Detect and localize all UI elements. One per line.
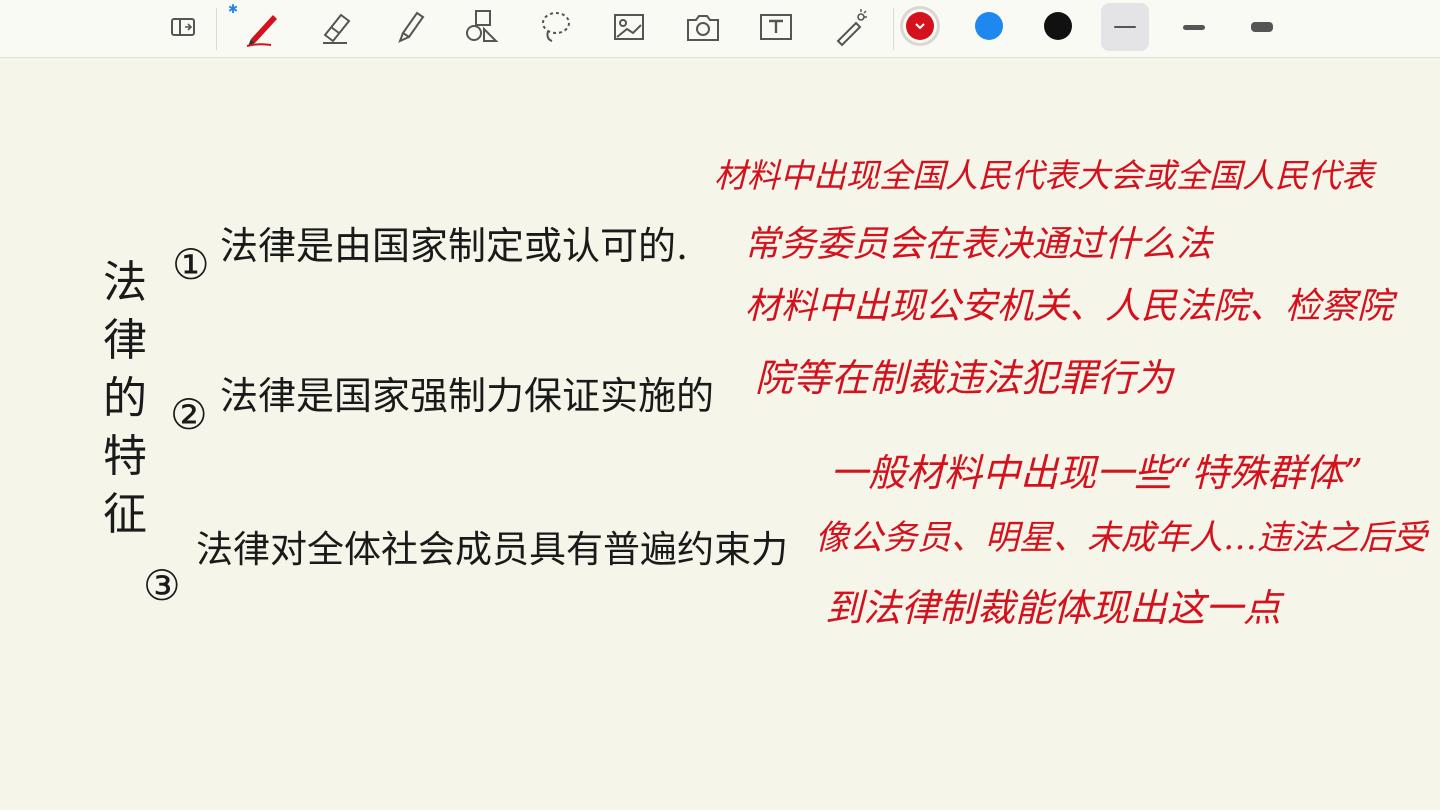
highlighter-tool[interactable]	[384, 4, 434, 50]
note-canvas[interactable]: 法 律 的 特 征 ① 法律是由国家制定或认可的. ② 法律是国家强制力保证实施…	[0, 59, 1440, 810]
sidebar-toggle-icon	[171, 18, 195, 36]
annotation-3-line-1: 一般材料中出现一些“特殊群体”	[830, 451, 1363, 495]
point-2-text: 法律是国家强制力保证实施的	[220, 374, 715, 418]
laser-pointer-icon	[836, 9, 867, 47]
toolbar: ✱	[0, 0, 1440, 58]
laser-pointer-tool[interactable]	[825, 4, 875, 50]
point-3-marker: ③	[143, 561, 181, 610]
point-1-marker: ①	[172, 240, 210, 289]
image-tool[interactable]	[604, 4, 654, 50]
shapes-icon	[466, 10, 499, 42]
toolbar-divider	[893, 8, 894, 50]
toolbar-divider	[216, 8, 217, 50]
title-char: 的	[103, 373, 147, 424]
title-char: 法	[103, 257, 147, 308]
medium-line-icon	[1183, 24, 1205, 30]
text-box-icon	[760, 14, 792, 40]
annotation-2-line-1: 材料中出现公安机关、人民法院、检察院	[745, 286, 1394, 327]
title-char: 特	[103, 431, 147, 482]
point-1-text: 法律是由国家制定或认可的.	[220, 224, 689, 268]
text-tool[interactable]	[751, 4, 801, 50]
pen-tool[interactable]	[236, 4, 286, 50]
point-3-text: 法律对全体社会成员具有普遍约束力	[196, 528, 788, 571]
sidebar-toggle-button[interactable]	[158, 4, 208, 50]
thin-line-icon	[1114, 26, 1136, 28]
title-char: 律	[103, 315, 147, 366]
stroke-width-medium[interactable]	[1170, 3, 1218, 51]
pen-icon	[246, 15, 277, 47]
shapes-tool[interactable]	[457, 4, 507, 50]
title-char: 征	[103, 489, 147, 540]
stroke-width-thin[interactable]	[1101, 3, 1149, 51]
annotation-3-line-3: 到法律制裁能体现出这一点	[825, 586, 1282, 630]
camera-tool[interactable]	[678, 4, 728, 50]
point-2-marker: ②	[170, 390, 208, 439]
camera-icon	[687, 15, 719, 41]
lasso-icon	[542, 12, 570, 42]
annotation-1-line-2: 常务委员会在表决通过什么法	[744, 224, 1213, 265]
eraser-tool[interactable]	[310, 4, 360, 50]
color-red-swatch[interactable]	[906, 12, 934, 40]
annotation-3-line-2: 像公务员、明星、未成年人…违法之后受	[815, 518, 1427, 558]
chevron-down-icon	[915, 23, 925, 30]
color-black-swatch[interactable]	[1044, 12, 1072, 40]
stroke-width-thick[interactable]	[1238, 3, 1286, 51]
annotation-1-line-1: 材料中出现全国人民代表大会或全国人民代表	[714, 156, 1374, 195]
lasso-tool[interactable]	[531, 4, 581, 50]
eraser-icon	[323, 13, 351, 44]
highlighter-icon	[398, 11, 425, 43]
note-title-vertical: 法 律 的 特 征	[100, 254, 150, 544]
annotation-2-line-2: 院等在制裁违法犯罪行为	[755, 356, 1174, 400]
color-blue-swatch[interactable]	[975, 12, 1003, 40]
image-icon	[614, 14, 644, 40]
thick-line-icon	[1251, 22, 1273, 32]
